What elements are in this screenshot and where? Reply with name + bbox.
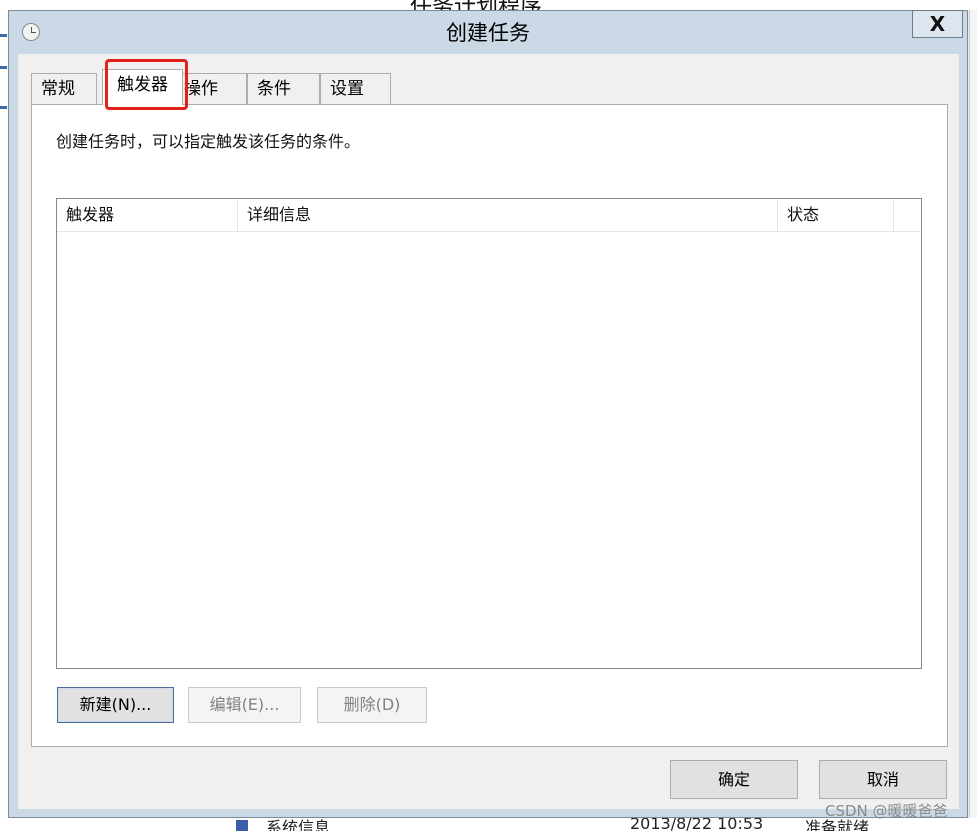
- tab-general[interactable]: 常规: [31, 73, 97, 104]
- background-left-mark: [0, 106, 7, 109]
- column-header-trigger[interactable]: 触发器: [57, 199, 238, 231]
- column-header-details[interactable]: 详细信息: [238, 199, 778, 231]
- triggers-description: 创建任务时，可以指定触发该任务的条件。: [56, 132, 361, 151]
- close-button[interactable]: X: [912, 10, 963, 38]
- dialog-titlebar[interactable]: 创建任务 X: [9, 10, 967, 51]
- highlight-box: [105, 59, 188, 110]
- tab-label: 设置: [330, 79, 364, 99]
- background-row-name: 系统信息: [266, 818, 331, 831]
- system-info-icon: [236, 820, 248, 831]
- background-window-titlebar: 任务计划程序: [0, 0, 977, 20]
- background-row-date: 2013/8/22 10:53: [630, 818, 764, 831]
- new-trigger-button[interactable]: 新建(N)...: [57, 687, 174, 723]
- background-left-mark: [0, 66, 7, 69]
- edit-trigger-button[interactable]: 编辑(E)...: [188, 687, 301, 723]
- triggers-tab-panel: 创建任务时，可以指定触发该任务的条件。 触发器 详细信息 状态 新建(N)...…: [31, 104, 948, 747]
- column-header-status[interactable]: 状态: [778, 199, 894, 231]
- triggers-list-header: 触发器 详细信息 状态: [57, 199, 921, 232]
- background-window-left-edge: [0, 10, 8, 820]
- tab-label: 条件: [257, 79, 291, 99]
- tab-conditions[interactable]: 条件: [247, 73, 320, 104]
- tab-settings[interactable]: 设置: [320, 73, 391, 104]
- triggers-list[interactable]: 触发器 详细信息 状态: [56, 198, 922, 669]
- tab-label: 操作: [184, 79, 218, 99]
- dialog-title: 创建任务: [446, 21, 530, 45]
- background-window-scrollbar: [969, 10, 977, 820]
- delete-trigger-button[interactable]: 删除(D): [317, 687, 427, 723]
- ok-button[interactable]: 确定: [670, 760, 798, 799]
- dialog-client-area: 常规 触发器 操作 条件 设置 创建任务时，可以指定触发该任务的条件。 触发器 …: [18, 54, 959, 809]
- background-left-mark: [0, 34, 7, 37]
- cancel-button[interactable]: 取消: [819, 760, 947, 799]
- watermark: CSDN @暖暖爸爸: [825, 802, 948, 820]
- tab-label: 常规: [41, 79, 75, 99]
- create-task-dialog: 创建任务 X 常规 触发器 操作 条件 设置 创建任务时，可以指定触发该任务的条…: [8, 10, 968, 818]
